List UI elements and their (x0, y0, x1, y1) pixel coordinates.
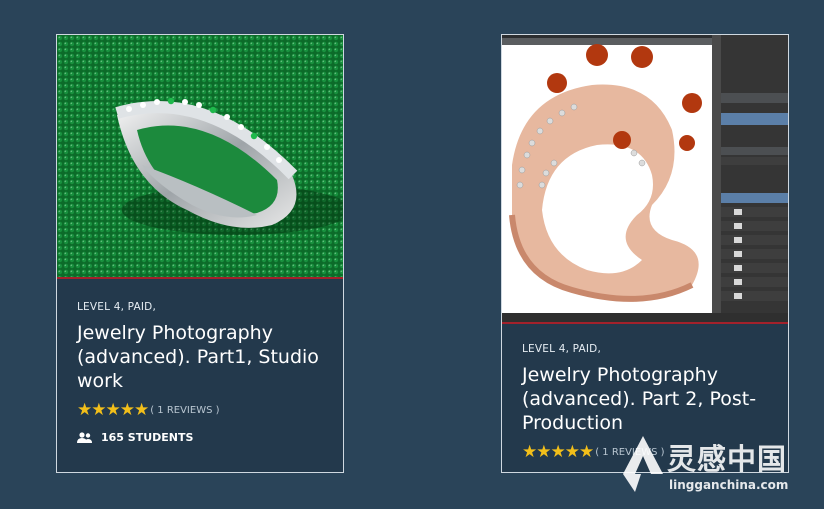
course-card-2[interactable]: LEVEL 4, PAID, Jewelry Photography (adva… (501, 34, 789, 473)
course-level: LEVEL 4, PAID, (522, 343, 602, 355)
rating: ★★★★★ ( 1 REVIEWS ) (77, 401, 329, 419)
watermark-domain-text: lingganchina.com (669, 478, 789, 492)
course-title[interactable]: Jewelry Photography (advanced). Part 2, … (522, 363, 774, 435)
course-thumbnail-photoshop[interactable] (502, 35, 788, 322)
ring-photo-image (57, 35, 343, 277)
star-rating-icon: ★★★★★ (522, 442, 594, 462)
review-count[interactable]: ( 1 REVIEWS ) (150, 405, 219, 416)
course-card-1[interactable]: LEVEL 4, PAID, Jewelry Photography (adva… (56, 34, 344, 473)
student-count-label: 165 STUDENTS (101, 431, 194, 444)
card-body: LEVEL 4, PAID, Jewelry Photography (adva… (77, 301, 329, 444)
star-rating-icon: ★★★★★ (77, 400, 149, 420)
student-count: 165 STUDENTS (77, 431, 329, 444)
course-thumbnail-ring[interactable] (57, 35, 343, 277)
course-title[interactable]: Jewelry Photography (advanced). Part1, S… (77, 321, 329, 393)
thumbnail-divider (502, 322, 788, 324)
photoshop-screenshot-image (502, 35, 788, 322)
course-level: LEVEL 4, PAID, (77, 301, 157, 313)
thumbnail-divider (57, 277, 343, 279)
users-icon (77, 431, 92, 443)
watermark-chinese-text: 灵感中国 (667, 442, 788, 476)
lingganchina-logo-icon (623, 436, 663, 492)
site-watermark: 灵感中国 lingganchina.com (621, 432, 821, 502)
